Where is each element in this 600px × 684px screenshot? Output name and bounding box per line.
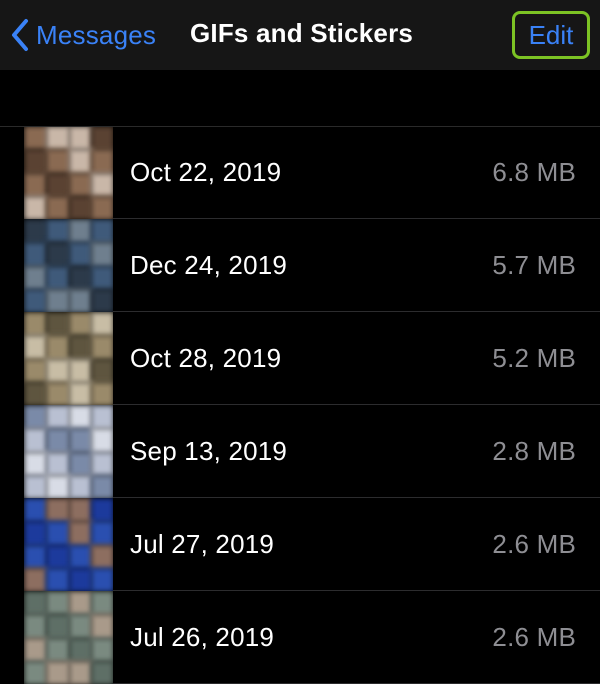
item-size: 2.6 MB xyxy=(492,622,576,652)
chevron-left-icon xyxy=(12,19,28,51)
navigation-bar: Messages GIFs and Stickers Edit xyxy=(0,0,600,70)
back-button[interactable]: Messages xyxy=(10,13,156,57)
gif-thumbnail-image xyxy=(24,405,113,498)
item-date: Sep 13, 2019 xyxy=(130,436,288,466)
page-title: GIFs and Stickers xyxy=(190,18,414,48)
header-spacer xyxy=(0,70,600,126)
gif-thumbnail-image xyxy=(24,126,113,219)
list-item[interactable]: Dec 24, 2019 5.7 MB xyxy=(0,219,600,312)
item-date: Oct 22, 2019 xyxy=(130,157,282,187)
list-item[interactable]: Jul 27, 2019 2.6 MB xyxy=(0,498,600,591)
item-date: Jul 27, 2019 xyxy=(130,529,275,559)
item-date: Oct 28, 2019 xyxy=(130,343,282,373)
gif-thumbnail-image xyxy=(24,219,113,312)
item-size: 2.6 MB xyxy=(492,529,576,559)
gif-thumbnail-image xyxy=(24,312,113,405)
item-date: Dec 24, 2019 xyxy=(130,250,288,280)
edit-button[interactable]: Edit xyxy=(512,11,590,59)
item-size: 5.2 MB xyxy=(492,343,576,373)
list-item[interactable]: Sep 13, 2019 2.8 MB xyxy=(0,405,600,498)
gif-thumbnail-image xyxy=(24,591,113,684)
gif-sticker-list: Oct 22, 2019 6.8 MB Dec 24, 2019 5.7 MB Oct … xyxy=(0,126,600,684)
gif-thumbnail-image xyxy=(24,498,113,591)
list-item[interactable]: Oct 28, 2019 5.2 MB xyxy=(0,312,600,405)
list-top-divider xyxy=(0,126,600,127)
item-size: 2.8 MB xyxy=(492,436,576,466)
list-item[interactable]: Jul 26, 2019 2.6 MB xyxy=(0,591,600,684)
back-label: Messages xyxy=(36,19,157,50)
item-size: 5.7 MB xyxy=(492,250,576,280)
list-item[interactable]: Oct 22, 2019 6.8 MB xyxy=(0,126,600,219)
item-size: 6.8 MB xyxy=(492,157,576,187)
item-date: Jul 26, 2019 xyxy=(130,622,275,652)
